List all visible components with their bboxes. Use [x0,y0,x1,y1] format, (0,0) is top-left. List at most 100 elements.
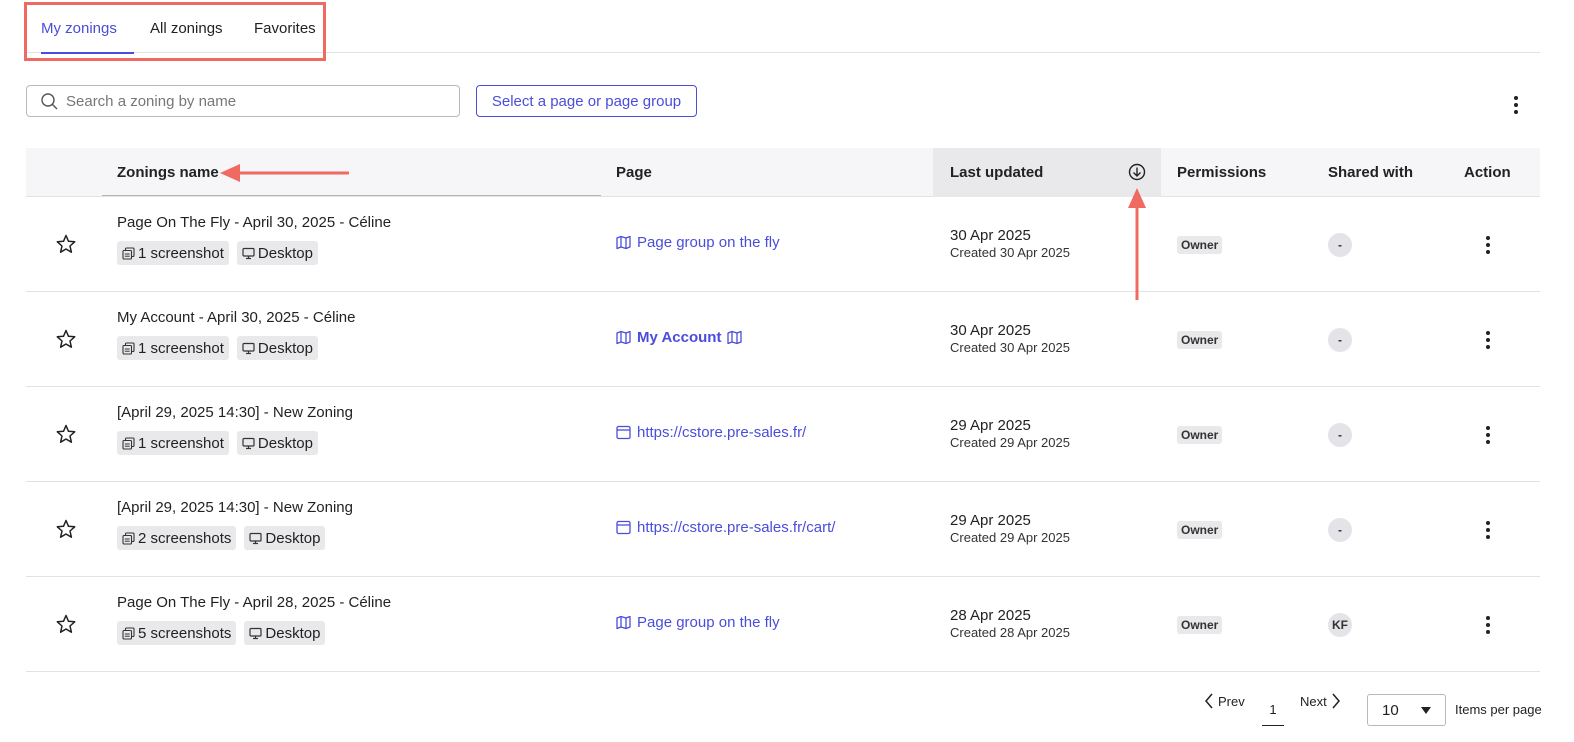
page-group-icon [616,615,631,630]
screenshots-badge: 2 screenshots [117,526,237,550]
row-actions-icon[interactable] [1480,614,1496,636]
zoning-name[interactable]: Page On The Fly - April 28, 2025 - Célin… [117,594,391,611]
created-date: Created 29 Apr 2025 [950,530,1070,545]
row-actions-icon[interactable] [1480,234,1496,256]
search-box[interactable] [26,85,460,117]
favorite-star-icon[interactable] [56,329,76,349]
page-group-trailing-icon [727,330,743,345]
favorite-star-icon[interactable] [56,519,76,539]
screenshots-count: 2 screenshots [138,529,232,547]
zoning-tags: 1 screenshot Desktop [117,431,318,455]
device-label: Desktop [257,244,313,262]
permission-badge: Owner [1177,331,1223,349]
zoning-name[interactable]: [April 29, 2025 14:30] - New Zoning [117,404,353,421]
search-input[interactable] [66,92,446,110]
updated-date: 29 Apr 2025 [950,512,1031,529]
screenshots-badge: 1 screenshot [117,336,229,360]
permission-badge: Owner [1177,616,1223,634]
page-label: Page group on the fly [637,614,780,631]
page-link[interactable]: Page group on the fly [616,614,780,631]
created-date: Created 30 Apr 2025 [950,340,1070,355]
zoning-name[interactable]: [April 29, 2025 14:30] - New Zoning [117,499,353,516]
last-updated-cell: 30 Apr 2025 Created 30 Apr 2025 [950,322,1070,355]
table-row[interactable]: [April 29, 2025 14:30] - New Zoning 1 scr… [26,387,1540,482]
chevron-right-icon [1332,693,1340,709]
more-options-icon[interactable] [1506,94,1526,116]
permission-badge: Owner [1177,426,1223,444]
screenshots-icon [122,531,135,545]
zoning-name[interactable]: Page On The Fly - April 30, 2025 - Célin… [117,214,391,231]
created-date: Created 29 Apr 2025 [950,435,1070,450]
chevron-left-icon [1205,693,1213,709]
favorite-star-icon[interactable] [56,424,76,444]
zoning-name[interactable]: My Account - April 30, 2025 - Céline [117,309,355,326]
updated-date: 28 Apr 2025 [950,607,1031,624]
desktop-icon [242,247,255,259]
device-badge: Desktop [236,431,318,455]
prev-page-button[interactable]: Prev [1204,693,1245,709]
shared-with-avatar: - [1328,233,1352,257]
table-row[interactable]: Page On The Fly - April 28, 2025 - Célin… [26,577,1540,672]
screenshots-badge: 1 screenshot [117,431,229,455]
table-row[interactable]: Page On The Fly - April 30, 2025 - Célin… [26,197,1540,292]
row-actions-icon[interactable] [1480,329,1496,351]
page-label: https://cstore.pre-sales.fr/ [637,424,807,441]
header-last-updated[interactable]: Last updated [950,148,1043,197]
table-row[interactable]: My Account - April 30, 2025 - Céline 1 sc… [26,292,1540,387]
updated-date: 30 Apr 2025 [950,227,1031,244]
favorite-star-icon[interactable] [56,234,76,254]
screenshots-count: 1 screenshot [138,339,224,357]
device-badge: Desktop [236,241,318,265]
favorite-star-icon[interactable] [56,614,76,634]
page-group-icon [616,235,631,250]
table-header: Zonings name Page Last updated Permissio… [26,148,1540,197]
screenshots-count: 1 screenshot [138,434,224,452]
screenshots-icon [122,436,135,450]
items-per-page-select[interactable]: 10 [1367,694,1446,726]
device-label: Desktop [265,529,321,547]
header-action: Action [1464,164,1511,181]
zoning-tags: 1 screenshot Desktop [117,241,318,265]
row-actions-icon[interactable] [1480,519,1496,541]
page-number-current[interactable]: 1 [1262,702,1284,726]
screenshots-icon [122,626,135,640]
page-link[interactable]: https://cstore.pre-sales.fr/ [616,424,806,441]
row-actions-icon[interactable] [1480,424,1496,446]
caret-down-icon [1421,706,1431,714]
sort-descending-icon[interactable] [1128,163,1146,181]
device-badge: Desktop [244,526,326,550]
header-permissions: Permissions [1177,164,1267,181]
desktop-icon [242,437,255,449]
tabs-highlight-box [24,2,326,61]
updated-date: 29 Apr 2025 [950,417,1031,434]
table-row[interactable]: [April 29, 2025 14:30] - New Zoning 2 scr… [26,482,1540,577]
next-page-button[interactable]: Next [1300,693,1341,709]
header-zonings-name[interactable]: Zonings name [117,148,219,197]
select-page-button[interactable]: Select a page or page group [476,85,697,117]
device-badge: Desktop [236,336,318,360]
page-label: Page group on the fly [637,234,780,251]
device-label: Desktop [265,624,321,642]
screenshots-count: 1 screenshot [138,244,224,262]
zoning-tags: 5 screenshots Desktop [117,621,326,645]
page-link[interactable]: My Account [616,329,743,346]
device-label: Desktop [257,434,313,452]
page-url-icon [616,425,631,440]
desktop-icon [249,627,262,639]
header-shared-with: Shared with [1328,164,1414,181]
screenshots-icon [122,341,135,355]
page-label: https://cstore.pre-sales.fr/cart/ [637,519,836,536]
last-updated-cell: 29 Apr 2025 Created 29 Apr 2025 [950,512,1070,545]
shared-with-avatar: - [1328,423,1352,447]
shared-with-avatar: - [1328,328,1352,352]
page-link[interactable]: Page group on the fly [616,234,780,251]
screenshots-count: 5 screenshots [138,624,232,642]
permission-badge: Owner [1177,521,1223,539]
created-date: Created 30 Apr 2025 [950,245,1070,260]
page-link[interactable]: https://cstore.pre-sales.fr/cart/ [616,519,835,536]
screenshots-icon [122,246,135,260]
shared-with-avatar: KF [1328,613,1352,637]
screenshots-badge: 5 screenshots [117,621,237,645]
page-label: My Account [637,329,722,346]
next-label: Next [1300,693,1327,709]
